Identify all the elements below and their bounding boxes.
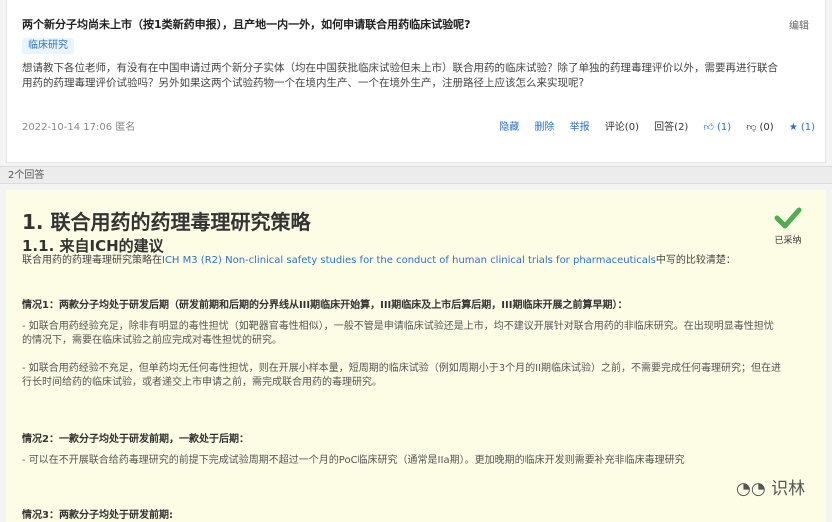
case-2-paragraph-1: - 可以在不开展联合给药毒理研究的前提下完成试验周期不超过一个月的PoC临床研究… — [22, 455, 685, 466]
case-1-paragraph-2: - 如联合用药经验不充足，但单药均无任何毒性担忧，则在开展小样本量，短周期的临床… — [22, 363, 782, 388]
hide-button[interactable]: 隐藏 — [499, 118, 519, 133]
case-3-heading: 情况3：两款分子均处于研发前期: — [22, 510, 173, 521]
answer-intro: 联合用药的药理毒理研究策略在ICH M3 (R2) Non-clinical s… — [22, 255, 736, 266]
author-name: 匿名 — [115, 122, 136, 133]
case-1-heading: 情况1：两款分子均处于研发后期（研发前期和后期的分界线从III期临床开始算，II… — [22, 300, 628, 311]
question-meta: 2022-10-14 17:06 匿名 — [22, 118, 135, 133]
star-icon: ★ — [788, 122, 798, 133]
answers-button[interactable]: 回答(2) — [654, 118, 688, 133]
thumbs-down-icon: 👎︎ — [746, 122, 757, 133]
checkmark-icon — [774, 207, 802, 229]
answer-heading-2: 1.1. 来自ICH的建议 — [22, 237, 164, 255]
question-title: 两个新分子均尚未上市（按1类新药申报），且产地一内一外，如何申请联合用药临床试验… — [22, 18, 471, 31]
delete-button[interactable]: 删除 — [534, 118, 554, 133]
watermark: ◔◔ 识林 — [736, 479, 806, 499]
wechat-icon: ◔◔ — [736, 479, 772, 499]
action-bar: 隐藏 删除 举报 评论(0) 回答(2) 👍︎ (1) 👎︎ (0) ★ (1) — [487, 118, 815, 133]
case-1-paragraph-1: - 如联合用药经验充足，除非有明显的毒性担忧（如靶器官毒性相似），一般不管是申请… — [22, 321, 774, 346]
question-body: 想请教下各位老师，有没有在中国申请过两个新分子实体（均在中国获批临床试验但未上市… — [22, 62, 778, 89]
answer-card: 1. 联合用药的药理毒理研究策略 1.1. 来自ICH的建议 已采纳 联合用药的… — [6, 190, 826, 522]
report-button[interactable]: 举报 — [570, 118, 590, 133]
answer-count-bar: 2个回答 — [0, 166, 832, 184]
comments-button[interactable]: 评论(0) — [605, 118, 639, 133]
adopted-badge: 已采纳 — [768, 206, 808, 246]
edit-link[interactable]: 编辑 — [789, 17, 809, 32]
favorite-button[interactable]: ★ (1) — [789, 122, 815, 133]
post-date: 2022-10-14 17:06 — [22, 122, 113, 133]
question-footer: 2022-10-14 17:06 匿名 隐藏 删除 举报 评论(0) 回答(2)… — [22, 118, 815, 133]
case-2-heading: 情况2：一款分子均处于研发前期，一款处于后期： — [22, 434, 249, 445]
adopted-label: 已采纳 — [774, 236, 802, 246]
answer-heading-1: 1. 联合用药的药理毒理研究策略 — [22, 210, 311, 234]
question-card: 两个新分子均尚未上市（按1类新药申报），且产地一内一外，如何申请联合用药临床试验… — [6, 0, 826, 163]
downvote-button[interactable]: 👎︎ (0) — [746, 121, 773, 133]
upvote-button[interactable]: 👍︎ (1) — [704, 121, 732, 133]
ich-guideline-link[interactable]: ICH M3 (R2) Non-clinical safety studies … — [162, 255, 656, 266]
thumbs-up-icon: 👍︎ — [703, 122, 714, 133]
topic-tag[interactable]: 临床研究 — [22, 38, 74, 54]
